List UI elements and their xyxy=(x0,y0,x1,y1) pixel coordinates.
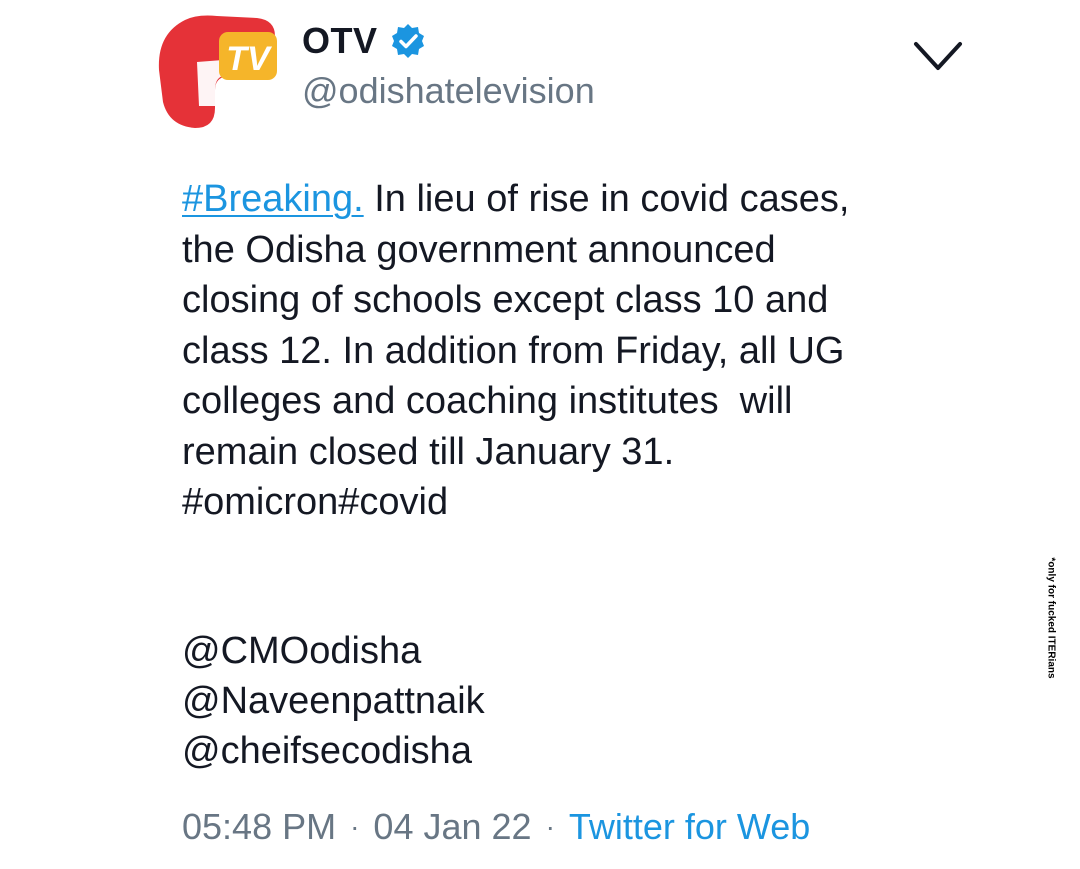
tweet-line-text: In lieu of rise in covid cases, xyxy=(363,178,850,220)
tweet-hashtags: #omicron#covid xyxy=(182,481,449,523)
watermark-text: *only for fucked ITERians xyxy=(1045,557,1057,679)
watermark: *only for fucked ITERians xyxy=(1044,548,1058,688)
chevron-down-icon[interactable] xyxy=(912,40,964,74)
mentions: @CMOodisha @Naveenpattnaik @cheifsecodis… xyxy=(182,626,485,776)
separator-dot: · xyxy=(350,811,360,842)
tweet-source-link[interactable]: Twitter for Web xyxy=(569,806,810,848)
avatar[interactable]: TV xyxy=(157,10,283,132)
display-name[interactable]: OTV xyxy=(302,20,378,62)
tweet-line: #Breaking. In lieu of rise in covid case… xyxy=(182,174,982,225)
tweet-text: #Breaking. In lieu of rise in covid case… xyxy=(182,174,982,528)
tweet-line: the Odisha government announced xyxy=(182,228,776,271)
name-row: OTV xyxy=(302,16,426,66)
logo-text: TV xyxy=(226,40,273,78)
tweet-meta: 05:48 PM · 04 Jan 22 · Twitter for Web xyxy=(182,806,810,848)
tweet-line: class 12. In addition from Friday, all U… xyxy=(182,329,845,372)
account-handle[interactable]: @odishatelevision xyxy=(302,70,595,112)
hashtag-breaking-link[interactable]: #Breaking. xyxy=(182,178,364,220)
separator-dot: · xyxy=(545,811,555,842)
otv-logo-icon: TV xyxy=(158,15,277,128)
tweet-time[interactable]: 05:48 PM xyxy=(182,806,336,848)
tweet-line: remain closed till January 31. xyxy=(182,430,675,473)
tweet-card: TV OTV @odishatelevision #Breaking. In l… xyxy=(0,0,1080,869)
tweet-line: colleges and coaching institutes will xyxy=(182,380,793,422)
mention-naveenpattnaik: @Naveenpattnaik xyxy=(182,680,485,722)
mention-cmoodisha: @CMOodisha xyxy=(182,630,422,672)
tweet-line: closing of schools except class 10 and xyxy=(182,279,829,321)
verified-badge-icon xyxy=(391,24,424,58)
tweet-date[interactable]: 04 Jan 22 xyxy=(373,806,531,848)
mention-cheifsecodisha: @cheifsecodisha xyxy=(182,730,472,772)
